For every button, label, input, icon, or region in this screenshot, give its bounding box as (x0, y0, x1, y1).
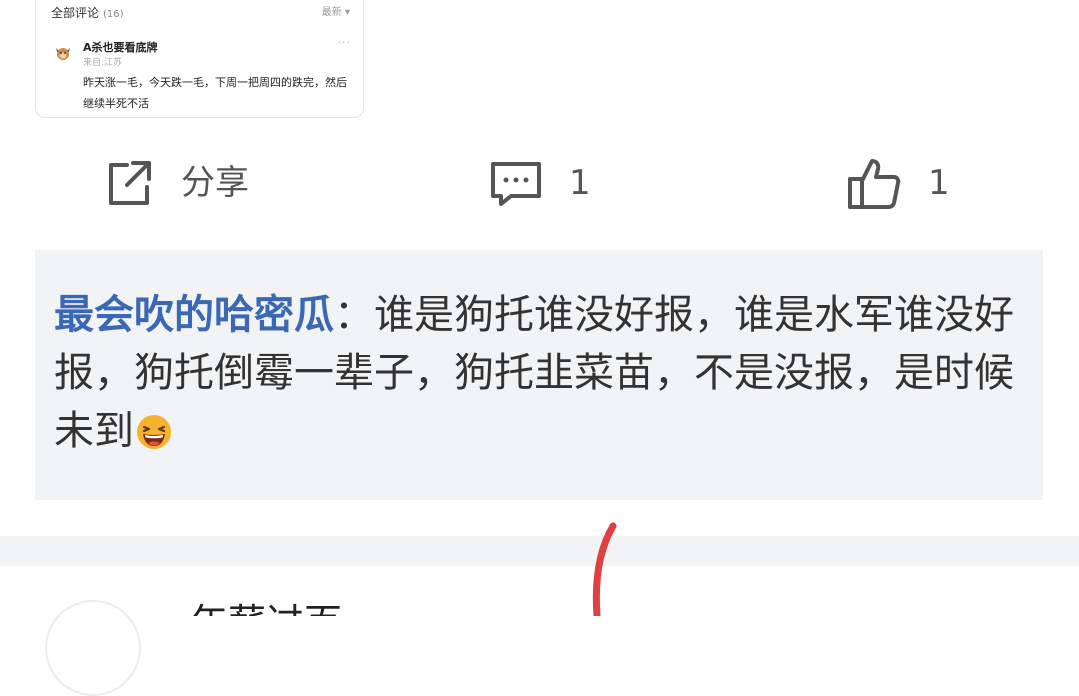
comment-location: 来自:江苏 (83, 58, 123, 68)
like-count-label: 1 (928, 163, 950, 203)
reply-separator: ： (334, 292, 374, 338)
comment-username[interactable]: A杀也要看底牌 (83, 39, 158, 55)
section-divider (0, 536, 1079, 566)
more-options-icon[interactable]: ··· (338, 36, 352, 49)
all-comments-header: 全部评论 (16) (51, 4, 124, 21)
next-user-name[interactable]: 年薪过百 (190, 598, 342, 616)
comment-count: (16) (103, 9, 124, 20)
thumbs-up-icon (848, 159, 901, 209)
reply-username[interactable]: 最会吹的哈密瓜 (54, 292, 334, 338)
like-button[interactable]: 1 (846, 152, 950, 214)
laughing-emoji-icon (137, 415, 171, 449)
reply-box[interactable]: 最会吹的哈密瓜：谁是狗托谁没好报，谁是水军谁没好报，狗托倒霉一辈子，狗托韭菜苗，… (35, 250, 1043, 500)
comment-icon (491, 162, 541, 206)
comment-text: 昨天涨一毛，今天跌一毛，下周一把周四的跌完，然后继续半死不活 (83, 76, 347, 110)
share-button[interactable]: 分享 (103, 152, 249, 214)
next-user-avatar[interactable] (45, 600, 141, 696)
reply-content: 最会吹的哈密瓜：谁是狗托谁没好报，谁是水军谁没好报，狗托倒霉一辈子，狗托韭菜苗，… (54, 286, 1026, 460)
share-icon (109, 161, 151, 205)
sort-dropdown[interactable]: 最新 ▾ (322, 3, 350, 18)
comment-button[interactable]: 1 (489, 152, 591, 214)
share-label: 分享 (181, 163, 249, 203)
comment-count-label: 1 (569, 163, 591, 203)
comment-preview-card[interactable]: 全部评论 (16) 最新 ▾ A杀也要看底牌 来自:江苏 ··· 昨天涨一毛，今天… (35, 0, 364, 118)
all-comments-title: 全部评论 (51, 6, 100, 20)
user-avatar-icon (56, 48, 70, 60)
red-annotation-stroke (592, 522, 617, 616)
